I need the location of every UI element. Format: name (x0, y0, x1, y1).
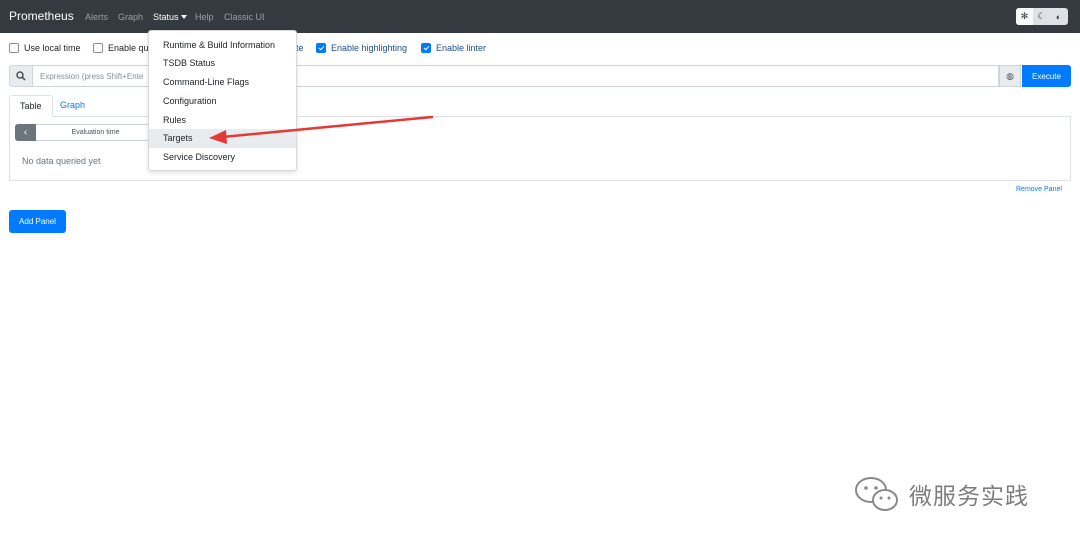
caret-down-icon (180, 15, 187, 19)
use-local-time-label: Use local time (24, 43, 81, 53)
menu-item-runtime-build-info[interactable]: Runtime & Build Information (149, 36, 296, 55)
top-navbar: Prometheus Alerts Graph Status Help Clas… (0, 0, 1080, 33)
enable-query-history-option[interactable]: Enable que (93, 43, 154, 53)
moon-icon[interactable]: ☾ (1033, 8, 1050, 25)
sun-icon[interactable]: ✻ (1016, 8, 1033, 25)
enable-linter-label: Enable linter (436, 43, 487, 53)
add-panel-button[interactable]: Add Panel (9, 210, 66, 233)
use-local-time-option[interactable]: Use local time (9, 43, 81, 53)
remove-panel-link[interactable]: Remove Panel (1016, 186, 1062, 193)
enable-query-history-checkbox[interactable] (93, 43, 103, 53)
menu-item-service-discovery[interactable]: Service Discovery (149, 148, 296, 167)
menu-item-rules[interactable]: Rules (149, 111, 296, 130)
enable-highlighting-checkbox[interactable] (316, 43, 326, 53)
watermark-text: 微服务实践 (909, 484, 1029, 510)
nav-link-status[interactable]: Status (153, 12, 187, 22)
no-data-message: No data queried yet (22, 156, 101, 166)
enable-linter-option[interactable]: Enable linter (421, 43, 486, 53)
use-local-time-checkbox[interactable] (9, 43, 19, 53)
evaluation-time-input[interactable]: Evaluation time (36, 124, 156, 141)
enable-autocomplete-label-tail: te (296, 43, 304, 53)
tab-graph[interactable]: Graph (50, 95, 95, 117)
enable-highlighting-option[interactable]: Enable highlighting (316, 43, 407, 53)
nav-link-status-label: Status (153, 12, 179, 22)
menu-item-targets[interactable]: Targets (149, 129, 296, 148)
menu-item-command-line-flags[interactable]: Command-Line Flags (149, 73, 296, 92)
menu-item-configuration[interactable]: Configuration (149, 92, 296, 111)
brand-logo-text[interactable]: Prometheus (9, 9, 74, 23)
status-dropdown-menu: Runtime & Build Information TSDB Status … (148, 30, 297, 171)
nav-link-help[interactable]: Help (195, 12, 214, 22)
wechat-logo-icon (855, 477, 898, 511)
chevron-left-icon[interactable]: ‹ (15, 124, 36, 141)
metrics-explorer-globe-icon[interactable]: ◍ (999, 65, 1021, 87)
wechat-watermark: 微服务实践 (851, 474, 1029, 514)
nav-link-graph[interactable]: Graph (118, 12, 143, 22)
enable-linter-checkbox[interactable] (421, 43, 431, 53)
theme-toggle-group: ✻ ☾ ◐ (1016, 8, 1068, 25)
execute-button[interactable]: Execute (1022, 65, 1071, 87)
tab-table[interactable]: Table (9, 95, 53, 117)
menu-item-tsdb-status[interactable]: TSDB Status (149, 54, 296, 73)
half-circle-icon[interactable]: ◐ (1050, 8, 1067, 25)
enable-highlighting-label: Enable highlighting (331, 43, 408, 53)
nav-link-classic-ui[interactable]: Classic UI (224, 12, 265, 22)
nav-link-alerts[interactable]: Alerts (85, 12, 108, 22)
search-icon (9, 65, 33, 87)
enable-query-history-label: Enable que (108, 43, 154, 53)
